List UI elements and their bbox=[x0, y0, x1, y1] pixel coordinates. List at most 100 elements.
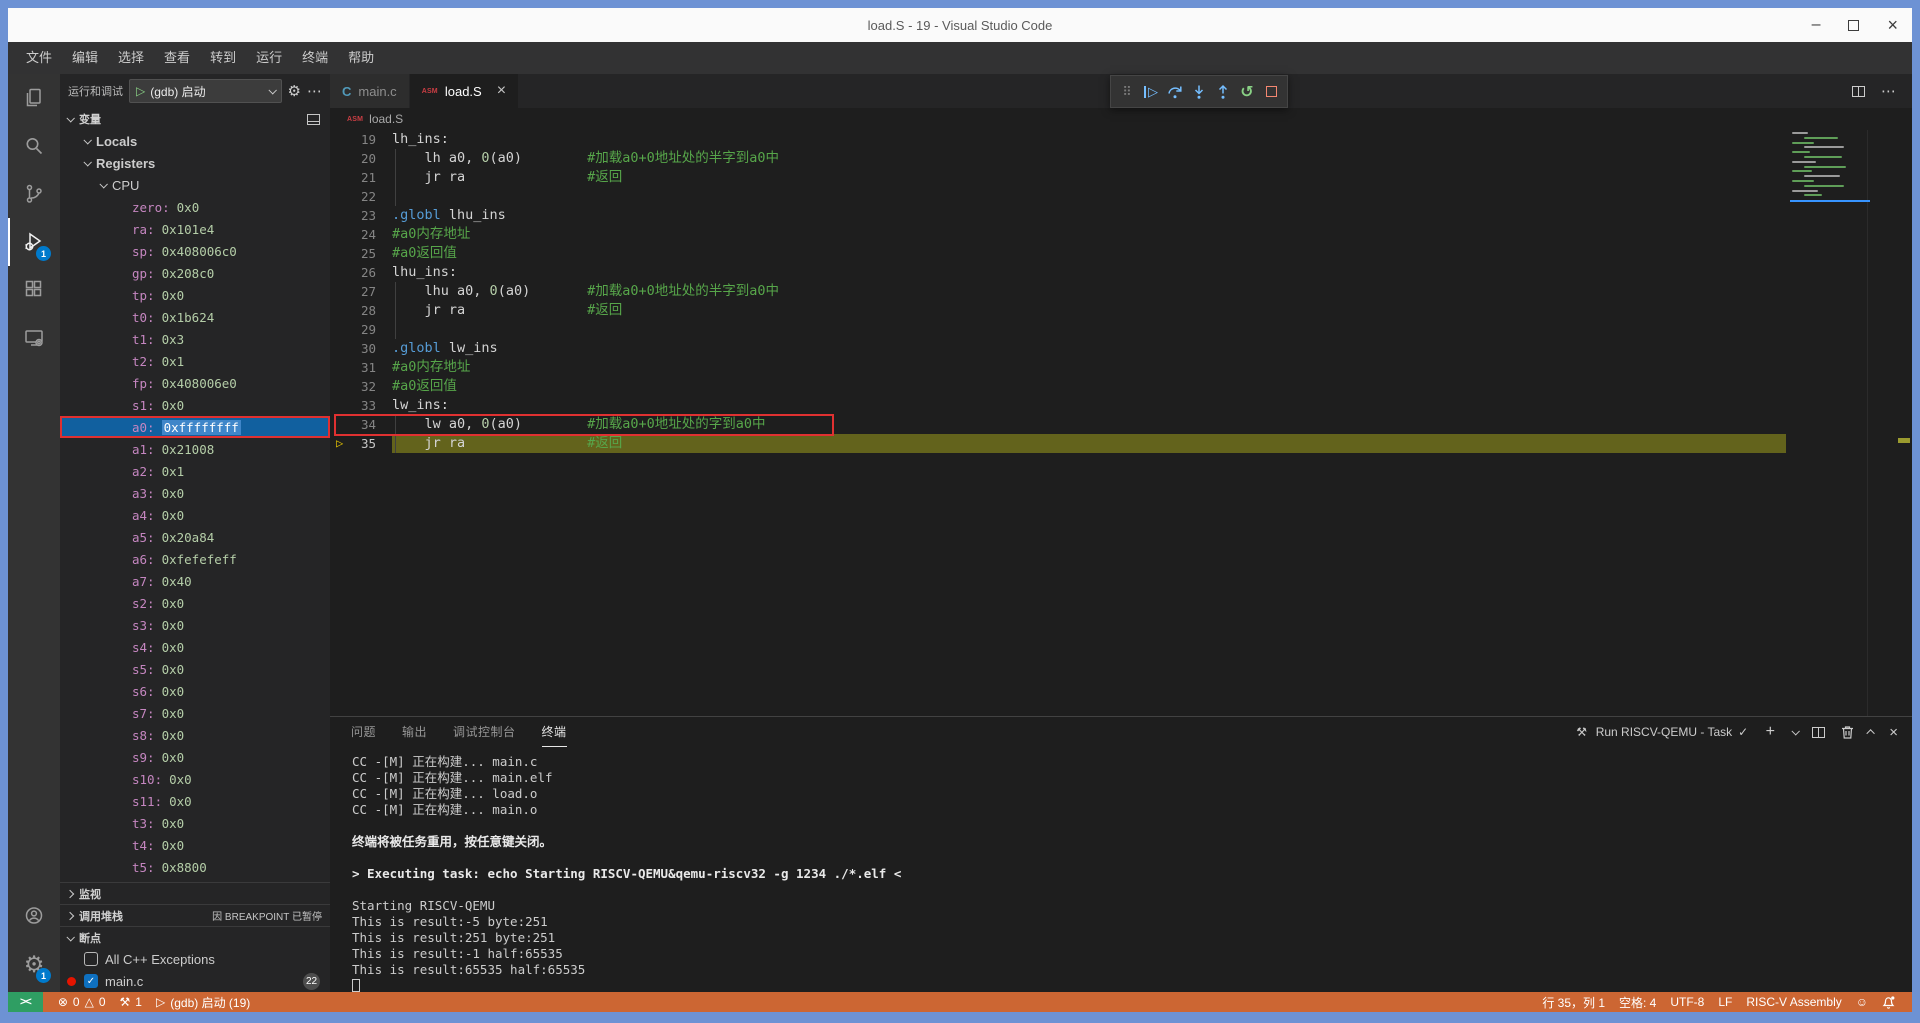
panel-tab[interactable]: 调试控制台 bbox=[453, 717, 516, 747]
register-row-s3[interactable]: s3:0x0 bbox=[60, 614, 330, 636]
explorer-icon[interactable] bbox=[8, 74, 60, 122]
register-row-t4[interactable]: t4:0x0 bbox=[60, 834, 330, 856]
code-line-24[interactable]: 24#a0内存地址 bbox=[330, 225, 1786, 244]
register-row-zero[interactable]: zero:0x0 bbox=[60, 196, 330, 218]
close-window-icon[interactable]: × bbox=[1887, 15, 1898, 36]
code-line-19[interactable]: 19lh_ins: bbox=[330, 130, 1786, 149]
feedback-smiley-icon[interactable]: ☺ bbox=[1849, 995, 1875, 1009]
split-editor-icon[interactable] bbox=[1852, 86, 1865, 97]
panel-tab[interactable]: 输出 bbox=[402, 717, 427, 747]
code-line-22[interactable]: 22 bbox=[330, 187, 1786, 206]
code-line-20[interactable]: 20 lh a0, 0(a0) #加载a0+0地址处的半字到a0中 bbox=[330, 149, 1786, 168]
terminal-dropdown-icon[interactable] bbox=[1792, 727, 1800, 735]
code-line-33[interactable]: 33lw_ins: bbox=[330, 396, 1786, 415]
menu-item[interactable]: 终端 bbox=[292, 46, 338, 70]
extensions-icon[interactable] bbox=[8, 266, 60, 314]
run-and-debug-icon[interactable]: 1 bbox=[8, 218, 60, 266]
search-icon[interactable] bbox=[8, 122, 60, 170]
register-row-s11[interactable]: s11:0x0 bbox=[60, 790, 330, 812]
indentation-status[interactable]: 空格: 4 bbox=[1612, 994, 1663, 1011]
register-row-a1[interactable]: a1:0x21008 bbox=[60, 438, 330, 460]
restart-icon[interactable]: ↺ bbox=[1236, 79, 1258, 105]
debug-session-status[interactable]: ▷ (gdb) 启动 (19) bbox=[149, 994, 257, 1011]
encoding-status[interactable]: UTF-8 bbox=[1663, 995, 1711, 1009]
callstack-header[interactable]: 调用堆栈 因 BREAKPOINT 已暂停 bbox=[60, 905, 330, 926]
launch-config-dropdown[interactable]: ▷ (gdb) 启动 bbox=[129, 79, 282, 103]
remote-explorer-icon[interactable] bbox=[8, 314, 60, 362]
register-row-a5[interactable]: a5:0x20a84 bbox=[60, 526, 330, 548]
register-row-t3[interactable]: t3:0x0 bbox=[60, 812, 330, 834]
register-row-s5[interactable]: s5:0x0 bbox=[60, 658, 330, 680]
eol-status[interactable]: LF bbox=[1711, 995, 1739, 1009]
register-row-gp[interactable]: gp:0x208c0 bbox=[60, 262, 330, 284]
register-row-a6[interactable]: a6:0xfefefeff bbox=[60, 548, 330, 570]
code-line-27[interactable]: 27 lhu a0, 0(a0) #加载a0+0地址处的半字到a0中 bbox=[330, 282, 1786, 301]
split-terminal-icon[interactable] bbox=[1812, 727, 1825, 738]
menu-item[interactable]: 编辑 bbox=[62, 46, 108, 70]
register-row-s2[interactable]: s2:0x0 bbox=[60, 592, 330, 614]
minimap[interactable] bbox=[1786, 130, 1912, 716]
open-panel-icon[interactable] bbox=[307, 114, 320, 125]
watch-header[interactable]: 监视 bbox=[60, 883, 330, 904]
editor-more-actions-icon[interactable]: ⋯ bbox=[1881, 82, 1896, 100]
register-row-ra[interactable]: ra:0x101e4 bbox=[60, 218, 330, 240]
cursor-position-status[interactable]: 行 35，列 1 bbox=[1535, 994, 1612, 1011]
minimize-icon[interactable]: – bbox=[1812, 20, 1821, 30]
maximize-icon[interactable] bbox=[1848, 20, 1859, 31]
breakpoint-exceptions-row[interactable]: All C++ Exceptions bbox=[60, 948, 330, 970]
exceptions-checkbox[interactable] bbox=[84, 952, 98, 966]
code-line-26[interactable]: 26lhu_ins: bbox=[330, 263, 1786, 282]
code-line-35[interactable]: 35▷ jr ra #返回 bbox=[330, 434, 1786, 453]
toolbar-drag-handle[interactable]: ⠿ bbox=[1116, 79, 1138, 105]
source-control-icon[interactable] bbox=[8, 170, 60, 218]
register-row-a4[interactable]: a4:0x0 bbox=[60, 504, 330, 526]
register-row-s1[interactable]: s1:0x0 bbox=[60, 394, 330, 416]
register-row-fp[interactable]: fp:0x408006e0 bbox=[60, 372, 330, 394]
register-row-t0[interactable]: t0:0x1b624 bbox=[60, 306, 330, 328]
panel-tab[interactable]: 终端 bbox=[542, 717, 567, 747]
code-line-32[interactable]: 32#a0返回值 bbox=[330, 377, 1786, 396]
problems-status[interactable]: ⊗ 0 △ 0 bbox=[51, 995, 113, 1009]
menu-item[interactable]: 查看 bbox=[154, 46, 200, 70]
menu-item[interactable]: 转到 bbox=[200, 46, 246, 70]
register-row-a7[interactable]: a7:0x40 bbox=[60, 570, 330, 592]
register-row-a3[interactable]: a3:0x0 bbox=[60, 482, 330, 504]
register-row-t2[interactable]: t2:0x1 bbox=[60, 350, 330, 372]
register-row-t1[interactable]: t1:0x3 bbox=[60, 328, 330, 350]
code-editor[interactable]: 19lh_ins:20 lh a0, 0(a0) #加载a0+0地址处的半字到a… bbox=[330, 130, 1912, 716]
tree-item-registers[interactable]: Registers bbox=[60, 152, 330, 174]
code-line-29[interactable]: 29 bbox=[330, 320, 1786, 339]
kill-terminal-icon[interactable] bbox=[1839, 724, 1855, 740]
file-breakpoint-checkbox[interactable]: ✓ bbox=[84, 974, 98, 988]
notifications-bell-icon[interactable] bbox=[1875, 995, 1902, 1009]
tab-main-c[interactable]: C main.c bbox=[330, 74, 410, 108]
register-row-a2[interactable]: a2:0x1 bbox=[60, 460, 330, 482]
tree-item-cpu[interactable]: CPU bbox=[60, 174, 330, 196]
terminal-task-selector[interactable]: ⚒ Run RISCV-QEMU - Task ✓ bbox=[1574, 724, 1749, 740]
tab-load-s[interactable]: ASM load.S × bbox=[410, 74, 518, 108]
menu-item[interactable]: 文件 bbox=[16, 46, 62, 70]
code-line-30[interactable]: 30.globl lw_ins bbox=[330, 339, 1786, 358]
menu-item[interactable]: 帮助 bbox=[338, 46, 384, 70]
register-row-s7[interactable]: s7:0x0 bbox=[60, 702, 330, 724]
register-row-tp[interactable]: tp:0x0 bbox=[60, 284, 330, 306]
code-line-28[interactable]: 28 jr ra #返回 bbox=[330, 301, 1786, 320]
maximize-panel-icon[interactable] bbox=[1867, 729, 1875, 737]
register-row-s9[interactable]: s9:0x0 bbox=[60, 746, 330, 768]
register-row-s8[interactable]: s8:0x0 bbox=[60, 724, 330, 746]
debug-settings-gear-icon[interactable]: ⚙ bbox=[288, 82, 301, 100]
settings-gear-icon[interactable]: ⚙ 1 bbox=[8, 940, 60, 988]
code-line-25[interactable]: 25#a0返回值 bbox=[330, 244, 1786, 263]
register-row-s6[interactable]: s6:0x0 bbox=[60, 680, 330, 702]
tree-item-locals[interactable]: Locals bbox=[60, 130, 330, 152]
language-mode-status[interactable]: RISC-V Assembly bbox=[1739, 995, 1848, 1009]
code-line-21[interactable]: 21 jr ra #返回 bbox=[330, 168, 1786, 187]
account-icon[interactable] bbox=[8, 892, 60, 940]
panel-tab[interactable]: 问题 bbox=[351, 717, 376, 747]
menu-item[interactable]: 运行 bbox=[246, 46, 292, 70]
register-row-sp[interactable]: sp:0x408006c0 bbox=[60, 240, 330, 262]
close-tab-icon[interactable]: × bbox=[497, 82, 506, 100]
terminal-output[interactable]: CC -[M] 正在构建... main.cCC -[M] 正在构建... ma… bbox=[330, 747, 1912, 992]
breadcrumb[interactable]: ASM load.S bbox=[330, 108, 1912, 130]
menu-item[interactable]: 选择 bbox=[108, 46, 154, 70]
